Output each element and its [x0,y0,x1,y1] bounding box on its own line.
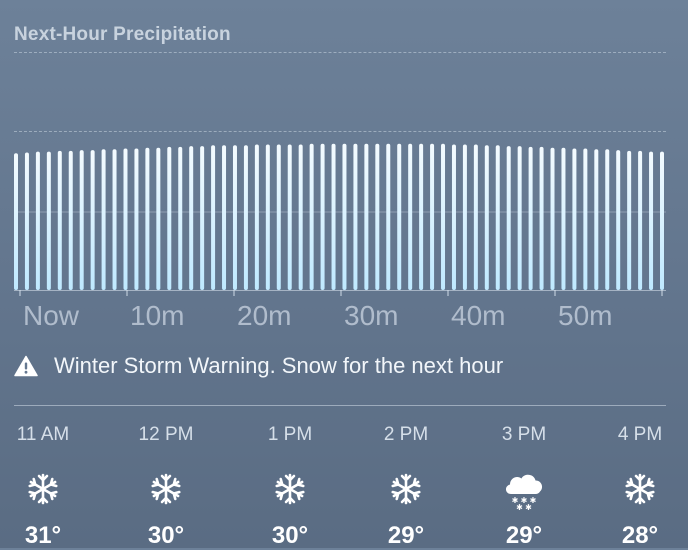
precipitation-bar [112,149,117,290]
hour-forecast-item: 11 AM 31° [0,424,93,550]
precipitation-bar [287,144,292,290]
precipitation-bar [561,147,566,290]
snowflake-icon [151,473,181,505]
precipitation-bar [353,143,358,290]
svg-text:✱: ✱ [516,503,523,510]
hour-forecast-item: 4 PM 28° [590,424,688,550]
precipitation-bar [342,143,347,290]
hour-temperature: 29° [387,522,425,549]
precipitation-bar [254,144,259,290]
precipitation-bar [243,145,248,290]
precipitation-bar [572,148,577,290]
precipitation-bar [46,151,51,290]
precipitation-bar [430,143,435,290]
hour-temperature: 29° [505,522,543,549]
precipitation-bar [309,143,314,290]
hour-temperature: 31° [24,522,62,549]
precipitation-bar [451,144,456,290]
precipitation-bar [145,147,150,290]
precipitation-bar [35,151,40,290]
precipitation-bar [57,150,62,291]
hour-forecast-item: 2 PM 29° [356,424,456,550]
precipitation-bar [550,147,555,290]
precipitation-bar [331,143,336,290]
weather-alert[interactable]: Winter Storm Warning. Snow for the next … [14,350,503,382]
alert-text: Winter Storm Warning. Snow for the next … [54,353,504,378]
precipitation-bar [605,149,610,290]
time-label-20m: 20m [237,300,292,331]
precipitation-bar [528,146,533,290]
precipitation-bar [517,146,522,290]
precipitation-bar [14,153,18,290]
precipitation-bar [134,148,139,290]
precipitation-bar [397,143,402,290]
precipitation-bar [462,144,467,290]
precipitation-chart [14,143,666,296]
hour-forecast-item: 1 PM 30° [240,424,340,550]
precipitation-bar [594,149,599,290]
precipitation-bar [441,143,446,290]
precipitation-bar [484,145,489,290]
time-label-40m: 40m [451,300,506,331]
precipitation-bar [660,151,664,290]
time-label-10m: 10m [130,300,185,331]
gridline-top [14,52,666,53]
hour-time: 11 AM [16,424,70,445]
precipitation-bar [79,150,84,290]
precipitation-bar [473,144,478,290]
precipitation-bar [167,146,172,290]
precipitation-bar [123,148,128,290]
hour-time: 1 PM [267,424,313,445]
snowflake-icon [28,473,58,505]
hour-forecast-item: 3 PM ✱ ✱ ✱ ✱ ✱ 29° [474,424,574,550]
time-label-50m: 50m [558,300,613,331]
hour-temperature: 30° [271,522,309,549]
precipitation-bar [495,145,500,290]
precipitation-bar [265,144,270,290]
snowflake-icon [275,473,305,505]
precipitation-bar [419,143,424,290]
precipitation-bar [627,150,632,291]
section-divider [14,405,666,406]
precipitation-bar [101,149,106,290]
snowflake-icon [625,473,655,505]
precipitation-bar [539,146,544,290]
precipitation-bar [222,145,227,290]
hour-time: 4 PM [617,424,663,445]
section-title: Next-Hour Precipitation [14,24,231,45]
time-label-30m: 30m [344,300,399,331]
precipitation-bar [156,147,161,290]
precipitation-bar [90,150,95,290]
precipitation-bar [211,145,216,290]
precipitation-bar [298,144,303,290]
precipitation-bar [189,146,194,290]
hour-temperature: 28° [621,522,659,549]
precipitation-bar [320,143,325,290]
precipitation-bar [24,152,29,290]
cloud-snow-icon: ✱ ✱ ✱ ✱ ✱ [505,474,543,510]
hour-time: 12 PM [138,424,194,445]
precipitation-bar [616,150,621,290]
precipitation-bar [200,146,205,290]
snowflake-icon [391,473,421,505]
hour-time: 3 PM [501,424,547,445]
precipitation-bar [68,150,73,291]
precipitation-bar [276,144,281,290]
svg-text:✱: ✱ [525,503,532,510]
precipitation-bar [638,150,643,291]
hour-time: 2 PM [383,424,429,445]
precipitation-bar [649,151,654,290]
precipitation-bar [178,146,183,290]
precipitation-bar [506,146,511,290]
warning-triangle-icon [14,355,38,377]
hour-forecast-item: 12 PM 30° [116,424,216,550]
hour-temperature: 30° [147,522,185,549]
precipitation-bar [408,143,413,290]
precipitation-bar [375,143,380,290]
precipitation-bar [583,148,588,290]
precipitation-bar [232,145,237,290]
time-label-now: Now [23,300,80,331]
precipitation-bar [364,143,369,290]
precipitation-bar [386,143,391,290]
